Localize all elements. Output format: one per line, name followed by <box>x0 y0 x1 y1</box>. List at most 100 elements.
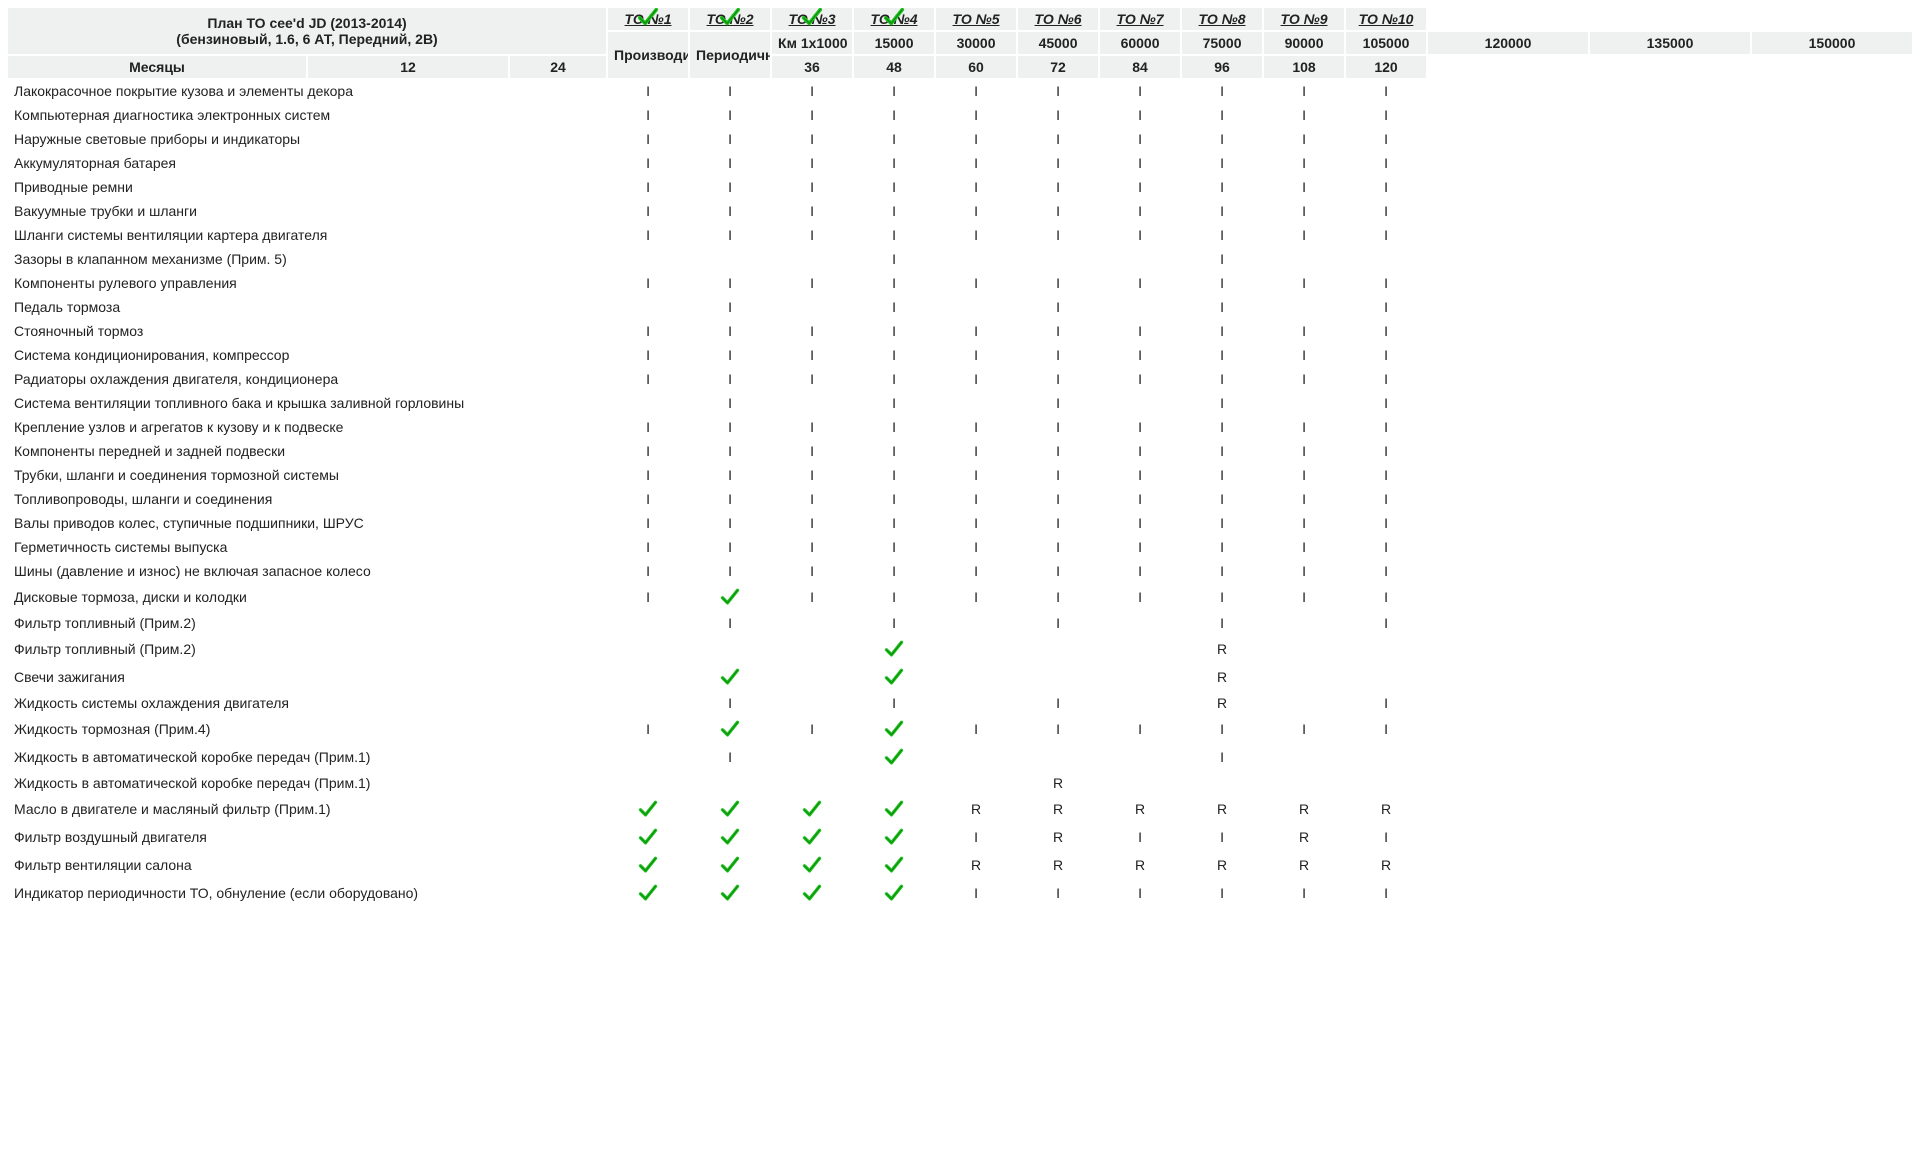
header-km-label: Км 1х1000 <box>772 32 852 54</box>
check-icon <box>720 720 740 736</box>
schedule-cell: I <box>772 416 852 438</box>
months-value: 84 <box>1100 56 1180 78</box>
schedule-cell: I <box>690 612 770 634</box>
schedule-cell: I <box>1264 416 1344 438</box>
schedule-cell: I <box>854 692 934 714</box>
table-row: Фильтр топливный (Прим.2)R <box>8 636 1912 662</box>
table-row: Зазоры в клапанном механизме (Прим. 5)II <box>8 248 1912 270</box>
schedule-cell: I <box>772 464 852 486</box>
schedule-cell <box>608 296 688 318</box>
schedule-cell <box>690 772 770 794</box>
schedule-cell <box>772 248 852 270</box>
schedule-cell: I <box>1264 80 1344 102</box>
schedule-cell: I <box>1346 692 1426 714</box>
schedule-cell <box>608 880 688 906</box>
km-value: 45000 <box>1018 32 1098 54</box>
schedule-cell <box>854 796 934 822</box>
table-row: Шланги системы вентиляции картера двигат… <box>8 224 1912 246</box>
schedule-cell: I <box>608 104 688 126</box>
schedule-cell: I <box>1100 200 1180 222</box>
work-name: Свечи зажигания <box>8 664 606 690</box>
months-value: 60 <box>936 56 1016 78</box>
to-column-label: ТО №6 <box>1035 11 1082 27</box>
schedule-cell <box>772 636 852 662</box>
work-name: Стояночный тормоз <box>8 320 606 342</box>
schedule-cell: I <box>772 344 852 366</box>
work-name: Жидкость системы охлаждения двигателя <box>8 692 606 714</box>
schedule-cell: I <box>608 488 688 510</box>
schedule-cell: I <box>1264 176 1344 198</box>
schedule-cell <box>1018 248 1098 270</box>
schedule-cell <box>772 392 852 414</box>
check-icon <box>720 668 740 684</box>
schedule-cell: I <box>854 560 934 582</box>
schedule-cell: I <box>608 176 688 198</box>
work-name: Топливопроводы, шланги и соединения <box>8 488 606 510</box>
schedule-cell: I <box>1346 716 1426 742</box>
schedule-cell <box>772 744 852 770</box>
schedule-cell: I <box>1182 176 1262 198</box>
work-name: Жидкость тормозная (Прим.4) <box>8 716 606 742</box>
check-icon <box>638 800 658 816</box>
schedule-cell <box>608 772 688 794</box>
schedule-cell: I <box>1100 224 1180 246</box>
schedule-cell: I <box>1100 320 1180 342</box>
schedule-cell: I <box>854 612 934 634</box>
schedule-cell: I <box>690 536 770 558</box>
work-name: Валы приводов колес, ступичные подшипник… <box>8 512 606 534</box>
schedule-cell: I <box>1100 716 1180 742</box>
schedule-cell: I <box>854 512 934 534</box>
schedule-cell: I <box>772 584 852 610</box>
schedule-cell: I <box>690 296 770 318</box>
to-column-label: ТО №4 <box>871 11 918 27</box>
schedule-cell <box>1100 636 1180 662</box>
schedule-cell: I <box>1346 488 1426 510</box>
schedule-cell: I <box>1182 560 1262 582</box>
schedule-cell <box>1346 636 1426 662</box>
schedule-cell: R <box>1182 664 1262 690</box>
to-column-label: ТО №5 <box>953 11 1000 27</box>
schedule-cell <box>608 612 688 634</box>
km-value: 150000 <box>1752 32 1912 54</box>
work-name: Трубки, шланги и соединения тормозной си… <box>8 464 606 486</box>
schedule-cell <box>1264 248 1344 270</box>
schedule-cell: I <box>936 104 1016 126</box>
schedule-cell: R <box>936 796 1016 822</box>
schedule-cell: I <box>854 248 934 270</box>
schedule-cell: R <box>1346 796 1426 822</box>
schedule-cell: I <box>772 200 852 222</box>
schedule-cell: I <box>1346 612 1426 634</box>
schedule-cell: I <box>772 272 852 294</box>
schedule-cell: I <box>1018 880 1098 906</box>
schedule-cell: I <box>1346 224 1426 246</box>
schedule-cell: R <box>1264 796 1344 822</box>
schedule-cell: I <box>690 440 770 462</box>
schedule-cell: I <box>1182 80 1262 102</box>
schedule-cell <box>690 248 770 270</box>
schedule-cell <box>690 880 770 906</box>
schedule-cell: I <box>1018 200 1098 222</box>
schedule-cell <box>772 852 852 878</box>
schedule-cell <box>936 692 1016 714</box>
schedule-cell: I <box>1182 744 1262 770</box>
schedule-cell: I <box>854 200 934 222</box>
schedule-cell: I <box>1100 416 1180 438</box>
schedule-cell <box>690 796 770 822</box>
schedule-cell: I <box>772 440 852 462</box>
schedule-cell: I <box>936 200 1016 222</box>
schedule-cell <box>690 824 770 850</box>
schedule-cell: I <box>1100 880 1180 906</box>
km-value: 75000 <box>1182 32 1262 54</box>
to-column-header-10: ТО №10 <box>1346 8 1426 30</box>
schedule-cell <box>854 664 934 690</box>
schedule-cell: I <box>1100 128 1180 150</box>
schedule-cell: I <box>772 80 852 102</box>
schedule-cell: I <box>690 176 770 198</box>
schedule-cell: I <box>1018 416 1098 438</box>
schedule-cell: I <box>1182 880 1262 906</box>
schedule-cell: I <box>1182 584 1262 610</box>
check-icon <box>884 668 904 684</box>
km-value: 120000 <box>1428 32 1588 54</box>
check-icon <box>720 884 740 900</box>
months-value: 12 <box>308 56 508 78</box>
